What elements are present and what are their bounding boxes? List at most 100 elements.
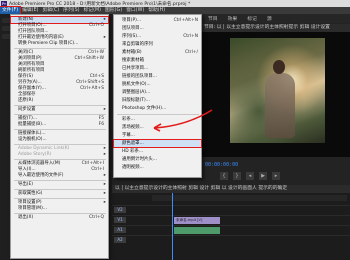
menu-bar: 文件(F) 编辑(E) 剪辑(C) 序列(S) 标记(M) 图形(G) 窗口(W…: [0, 6, 350, 15]
mark-in-icon[interactable]: {: [220, 172, 228, 180]
video-track-2: V2: [112, 205, 350, 214]
new-submenu-item-9[interactable]: 调整图层(A)...: [114, 89, 201, 96]
menu-item-label: 导入最近使用的文件(F): [18, 173, 64, 178]
file-menu-dropdown: 新建(N) ▸ 打开项目(O)... Ctrl+O 打开团队项目... 打开最近使用的内容…: [10, 14, 109, 259]
new-submenu-item-18[interactable]: 通用倒计时片头...: [114, 156, 201, 163]
audio-track-1: A1: [112, 225, 350, 234]
mark-out-icon[interactable]: }: [233, 172, 241, 180]
menu-item-label: 批量捕捉(B)...: [18, 122, 47, 127]
menu-item-label: 链接媒体(L)...: [18, 131, 46, 136]
sequence-header: 以 | 以主立意提示设计的主体照射 剪辑 设计 剪辑 以 设计的画面人 提示的的…: [112, 185, 350, 193]
menu-markers[interactable]: 标记(M): [82, 7, 103, 14]
menu-item-label: 捕捉(T)...: [18, 116, 38, 121]
menu-item-label: 旧版标题(T)...: [122, 98, 150, 103]
menu-item-label: 搜索素材箱: [122, 58, 144, 63]
file-menu-item-38[interactable]: 退出(X) Ctrl+Q: [11, 215, 108, 221]
menu-item-label: 导入(I)...: [18, 167, 36, 172]
menu-item-label: Adobe Dynamic Link(K): [18, 146, 70, 151]
audio-clip[interactable]: [174, 227, 220, 234]
new-submenu-item-1[interactable]: 团队项目...: [114, 25, 201, 32]
premiere-app-icon: Pr: [1, 0, 7, 7]
program-monitor[interactable]: [200, 32, 350, 157]
menu-item-label: 打开最近使用的内容(E): [18, 35, 64, 40]
menu-edit[interactable]: 编辑(E): [20, 7, 40, 14]
menu-separator: [14, 129, 106, 130]
menu-file[interactable]: 文件(F): [0, 6, 22, 15]
menu-item-label: 序列(S)...: [122, 34, 142, 39]
file-menu-item-22[interactable]: 设为脱机(O)...: [11, 137, 108, 143]
track-label-a2[interactable]: A2: [114, 237, 126, 243]
menu-item-label: 从媒体浏览器导入(M): [18, 161, 61, 166]
track-label-a1[interactable]: A1: [114, 227, 126, 233]
new-submenu-item-19[interactable]: 透明视频...: [114, 164, 201, 171]
menu-item-shortcut: Ctrl+Q: [89, 215, 104, 220]
new-submenu-item-7[interactable]: 链接的团队项目...: [114, 73, 201, 80]
file-menu-item-16[interactable]: 同步设置 ▸: [11, 107, 108, 113]
menu-window[interactable]: 窗口(W): [124, 7, 146, 14]
play-icon[interactable]: ▶: [259, 172, 267, 180]
timeline-panel[interactable]: V2 V1 未命名.mp4 [V] A1 A2: [112, 193, 350, 260]
file-menu-item-4[interactable]: 转换 Premiere Clip 项目(C)...: [11, 41, 108, 47]
file-menu-item-25: Adobe Story(R) ▸: [11, 152, 108, 158]
window-title: Adobe Premiere Pro CC 2018 - D:\用新文档\Ado…: [9, 1, 191, 7]
new-submenu-item-6[interactable]: 已共享项目...: [114, 65, 201, 72]
playhead[interactable]: [172, 193, 173, 260]
transport-controls: { } ◂ ▶ ▸: [200, 170, 350, 182]
track-label-v2[interactable]: V2: [114, 207, 126, 213]
new-submenu-item-8[interactable]: 脱机文件(O)...: [114, 81, 201, 88]
menu-separator: [14, 159, 106, 160]
file-menu-item-19[interactable]: 批量捕捉(B)... F6: [11, 122, 108, 128]
menu-item-shortcut: Ctrl+N: [183, 34, 198, 39]
menu-item-label: 打开团队项目...: [18, 29, 49, 34]
submenu-arrow-icon: ▸: [103, 191, 106, 196]
menu-item-label: 保存(S): [18, 74, 33, 79]
menu-item-label: 退出(X): [18, 215, 34, 220]
new-color-matte-item[interactable]: 颜色遮罩...: [113, 139, 202, 148]
menu-sequence[interactable]: 序列(S): [61, 7, 81, 14]
new-submenu-item-10[interactable]: 旧版标题(T)...: [114, 97, 201, 104]
menu-separator: [14, 213, 106, 214]
video-figure-body: [265, 73, 295, 138]
menu-item-shortcut: Ctrl+/: [185, 50, 198, 55]
file-menu-item-29[interactable]: 导入最近使用的文件(F) ▸: [11, 173, 108, 179]
menu-graphics[interactable]: 图形(G): [103, 7, 124, 14]
program-timecode[interactable]: 00:00:00:00: [205, 162, 238, 168]
tab-program[interactable]: 节目: [208, 15, 218, 22]
new-submenu-item-0[interactable]: 项目(P)... Ctrl+Alt+N: [114, 17, 201, 24]
new-submenu: 项目(P)... Ctrl+Alt+N 团队项目... 序列(S)... Ctrl+N 来…: [113, 14, 202, 178]
track-label-v1[interactable]: V1: [114, 217, 126, 223]
video-clip[interactable]: 未命名.mp4 [V]: [174, 217, 220, 224]
new-submenu-item-5[interactable]: 搜索素材箱: [114, 57, 201, 64]
file-menu-item-36[interactable]: 项目管理(M)...: [11, 206, 108, 212]
new-submenu-item-3[interactable]: 来自剪辑的序列: [114, 41, 201, 48]
step-forward-icon[interactable]: ▸: [272, 172, 280, 180]
menu-item-label: 透明视频...: [122, 165, 144, 170]
new-submenu-item-15[interactable]: 字幕...: [114, 132, 201, 139]
tab-effects[interactable]: 效果: [228, 15, 238, 22]
menu-item-label: 新建(N): [18, 17, 34, 22]
tab-markers[interactable]: 标记: [247, 15, 257, 22]
menu-item-label: HD 彩条...: [122, 149, 144, 154]
menu-item-label: 同步设置: [18, 107, 36, 112]
menu-clip[interactable]: 剪辑(C): [40, 7, 61, 14]
new-submenu-item-2[interactable]: 序列(S)... Ctrl+N: [114, 33, 201, 40]
menu-item-label: 团队项目...: [122, 26, 144, 31]
file-menu-item-14[interactable]: 还原(R): [11, 98, 108, 104]
step-back-icon[interactable]: ◂: [246, 172, 254, 180]
menu-item-label: 项目设置(P): [18, 200, 42, 205]
video-figure-head: [273, 60, 285, 74]
menu-separator: [14, 189, 106, 190]
time-ruler[interactable]: [152, 195, 347, 201]
file-menu-item-33[interactable]: 获取属性(G) ▸: [11, 191, 108, 197]
panel-tabs: 节目 效果 标记 源: [200, 14, 350, 23]
title-bar: Pr Adobe Premiere Pro CC 2018 - D:\用新文档\…: [0, 0, 350, 7]
menu-item-label: 脱机文件(O)...: [122, 82, 151, 87]
submenu-arrow-icon: ▸: [103, 107, 106, 112]
tab-source[interactable]: 源: [267, 15, 272, 22]
file-menu-item-31[interactable]: 导出(E) ▸: [11, 182, 108, 188]
menu-help[interactable]: 帮助(H): [146, 7, 167, 14]
new-submenu-item-17[interactable]: HD 彩条...: [114, 148, 201, 155]
menu-item-label: 关闭项目(P): [18, 56, 42, 61]
new-submenu-item-4[interactable]: 素材箱(B) Ctrl+/: [114, 49, 201, 56]
menu-item-label: 设为脱机(O)...: [18, 137, 47, 142]
